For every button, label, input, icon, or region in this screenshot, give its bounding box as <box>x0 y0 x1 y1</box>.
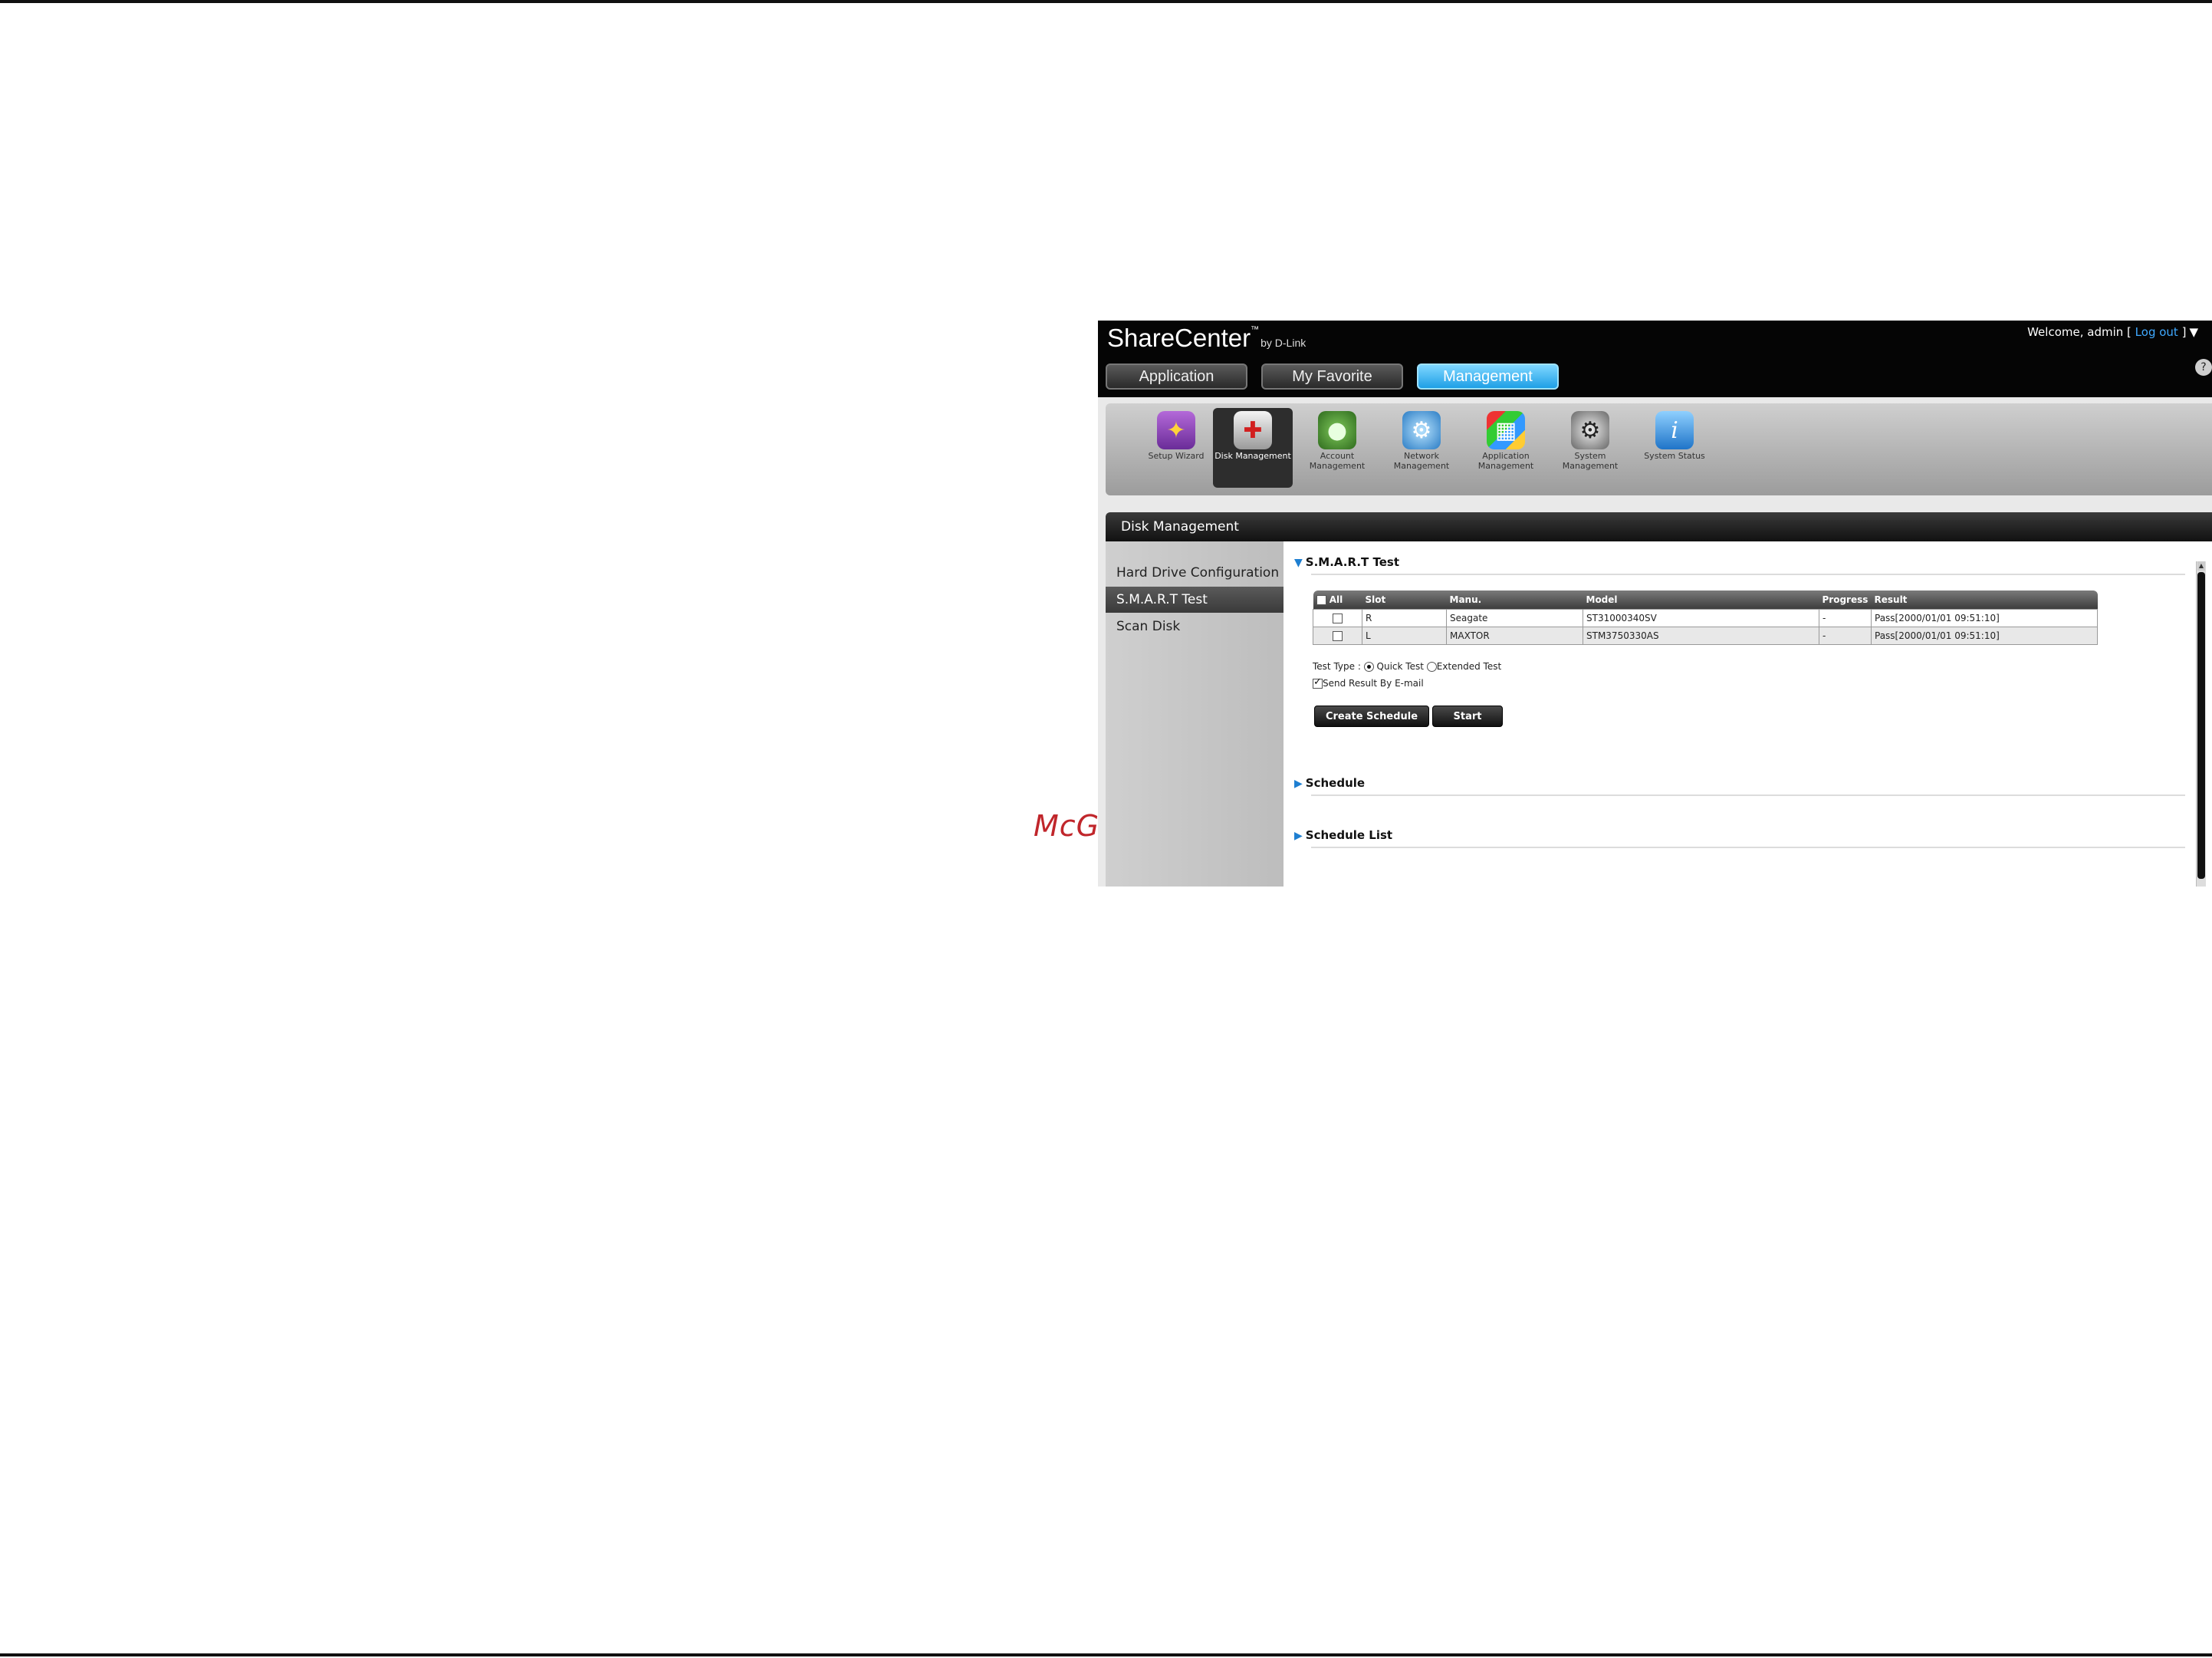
tab-application[interactable]: Application <box>1106 364 1247 390</box>
top-rule <box>0 0 2212 3</box>
triangle-right-icon: ▶ <box>1294 830 1303 842</box>
col-model: Model <box>1583 590 1819 610</box>
table-header-row: All Slot Manu. Model Progress Result <box>1313 590 2098 610</box>
sidebar-item-hard-drive-configuration[interactable]: Hard Drive Configuration <box>1106 560 1283 586</box>
smart-test-header[interactable]: ▼ S.M.A.R.T Test <box>1294 555 1399 569</box>
main-tabs: Application My Favorite Management <box>1106 364 1559 390</box>
triangle-right-icon: ▶ <box>1294 778 1303 790</box>
tool-system-status[interactable]: i System Status <box>1635 408 1714 488</box>
system-icon: ⚙ <box>1571 411 1609 449</box>
sidebar: Hard Drive Configuration S.M.A.R.T Test … <box>1106 541 1283 887</box>
tab-management[interactable]: Management <box>1417 364 1559 390</box>
schedule-list-header[interactable]: ▶ Schedule List <box>1294 828 1392 842</box>
col-progress: Progress <box>1819 590 1872 610</box>
tool-account-management[interactable]: ● Account Management <box>1297 408 1377 488</box>
extended-test-radio[interactable] <box>1426 662 1437 672</box>
col-slot: Slot <box>1362 590 1447 610</box>
tool-application-management[interactable]: ▦ Application Management <box>1466 408 1546 488</box>
send-result-row: Send Result By E-mail <box>1313 676 1424 689</box>
section-title-bar: Disk Management <box>1106 512 2212 541</box>
info-icon: i <box>1655 411 1694 449</box>
schedule-header[interactable]: ▶ Schedule <box>1294 776 1365 790</box>
scroll-thumb[interactable] <box>2197 572 2205 879</box>
table-row: L MAXTOR STM3750330AS - Pass[2000/01/01 … <box>1313 627 2098 645</box>
send-result-checkbox[interactable] <box>1313 676 1323 689</box>
test-type-row: Test Type : Quick Test Extended Test <box>1313 661 1502 672</box>
divider <box>1311 847 2185 848</box>
col-manu: Manu. <box>1446 590 1583 610</box>
row-checkbox[interactable] <box>1333 631 1343 641</box>
logout-link[interactable]: Log out <box>2135 325 2178 339</box>
network-icon: ⚙ <box>1402 411 1441 449</box>
account-icon: ● <box>1318 411 1356 449</box>
col-result: Result <box>1871 590 2098 610</box>
sidebar-item-smart-test[interactable]: S.M.A.R.T Test <box>1106 587 1283 613</box>
tool-system-management[interactable]: ⚙ System Management <box>1550 408 1630 488</box>
wizard-icon: ✦ <box>1157 411 1195 449</box>
scroll-up-icon[interactable]: ▲ <box>2197 561 2205 571</box>
table-row: R Seagate ST31000340SV - Pass[2000/01/01… <box>1313 609 2098 627</box>
row-checkbox[interactable] <box>1333 614 1343 623</box>
tool-icon-bar: ✦ Setup Wizard ✚ Disk Management ● Accou… <box>1106 403 2212 495</box>
col-all: All <box>1313 590 1362 610</box>
tool-network-management[interactable]: ⚙ Network Management <box>1382 408 1461 488</box>
main-content: ▼ S.M.A.R.T Test All Slot Manu. Model Pro… <box>1283 541 2212 887</box>
create-schedule-button[interactable]: Create Schedule <box>1314 706 1429 727</box>
tool-disk-management[interactable]: ✚ Disk Management <box>1213 408 1293 488</box>
divider <box>1311 794 2185 796</box>
sidebar-item-scan-disk[interactable]: Scan Disk <box>1106 614 1283 640</box>
vertical-scrollbar[interactable]: ▲ <box>2196 561 2206 887</box>
select-all-checkbox[interactable] <box>1316 595 1326 605</box>
smart-table: All Slot Manu. Model Progress Result R S… <box>1313 590 2098 645</box>
tool-setup-wizard[interactable]: ✦ Setup Wizard <box>1136 408 1216 488</box>
quick-test-radio[interactable] <box>1363 662 1374 672</box>
start-button[interactable]: Start <box>1432 706 1503 727</box>
chevron-down-icon[interactable]: ▼ <box>2189 325 2198 339</box>
tab-my-favorite[interactable]: My Favorite <box>1261 364 1403 390</box>
help-icon[interactable]: ? <box>2195 359 2212 376</box>
brand-logo: ShareCenter™by D-Link <box>1107 324 1306 352</box>
welcome-text: Welcome, admin [ Log out ] ▼ <box>2027 325 2198 339</box>
application-icon: ▦ <box>1487 411 1525 449</box>
bottom-rule <box>0 1653 2212 1656</box>
divider <box>1311 574 2185 575</box>
sharecenter-window: ShareCenter™by D-Link Welcome, admin [ L… <box>1098 321 2212 887</box>
disk-icon: ✚ <box>1234 411 1272 449</box>
triangle-down-icon: ▼ <box>1294 557 1303 569</box>
top-bar: ShareCenter™by D-Link Welcome, admin [ L… <box>1098 321 2212 397</box>
